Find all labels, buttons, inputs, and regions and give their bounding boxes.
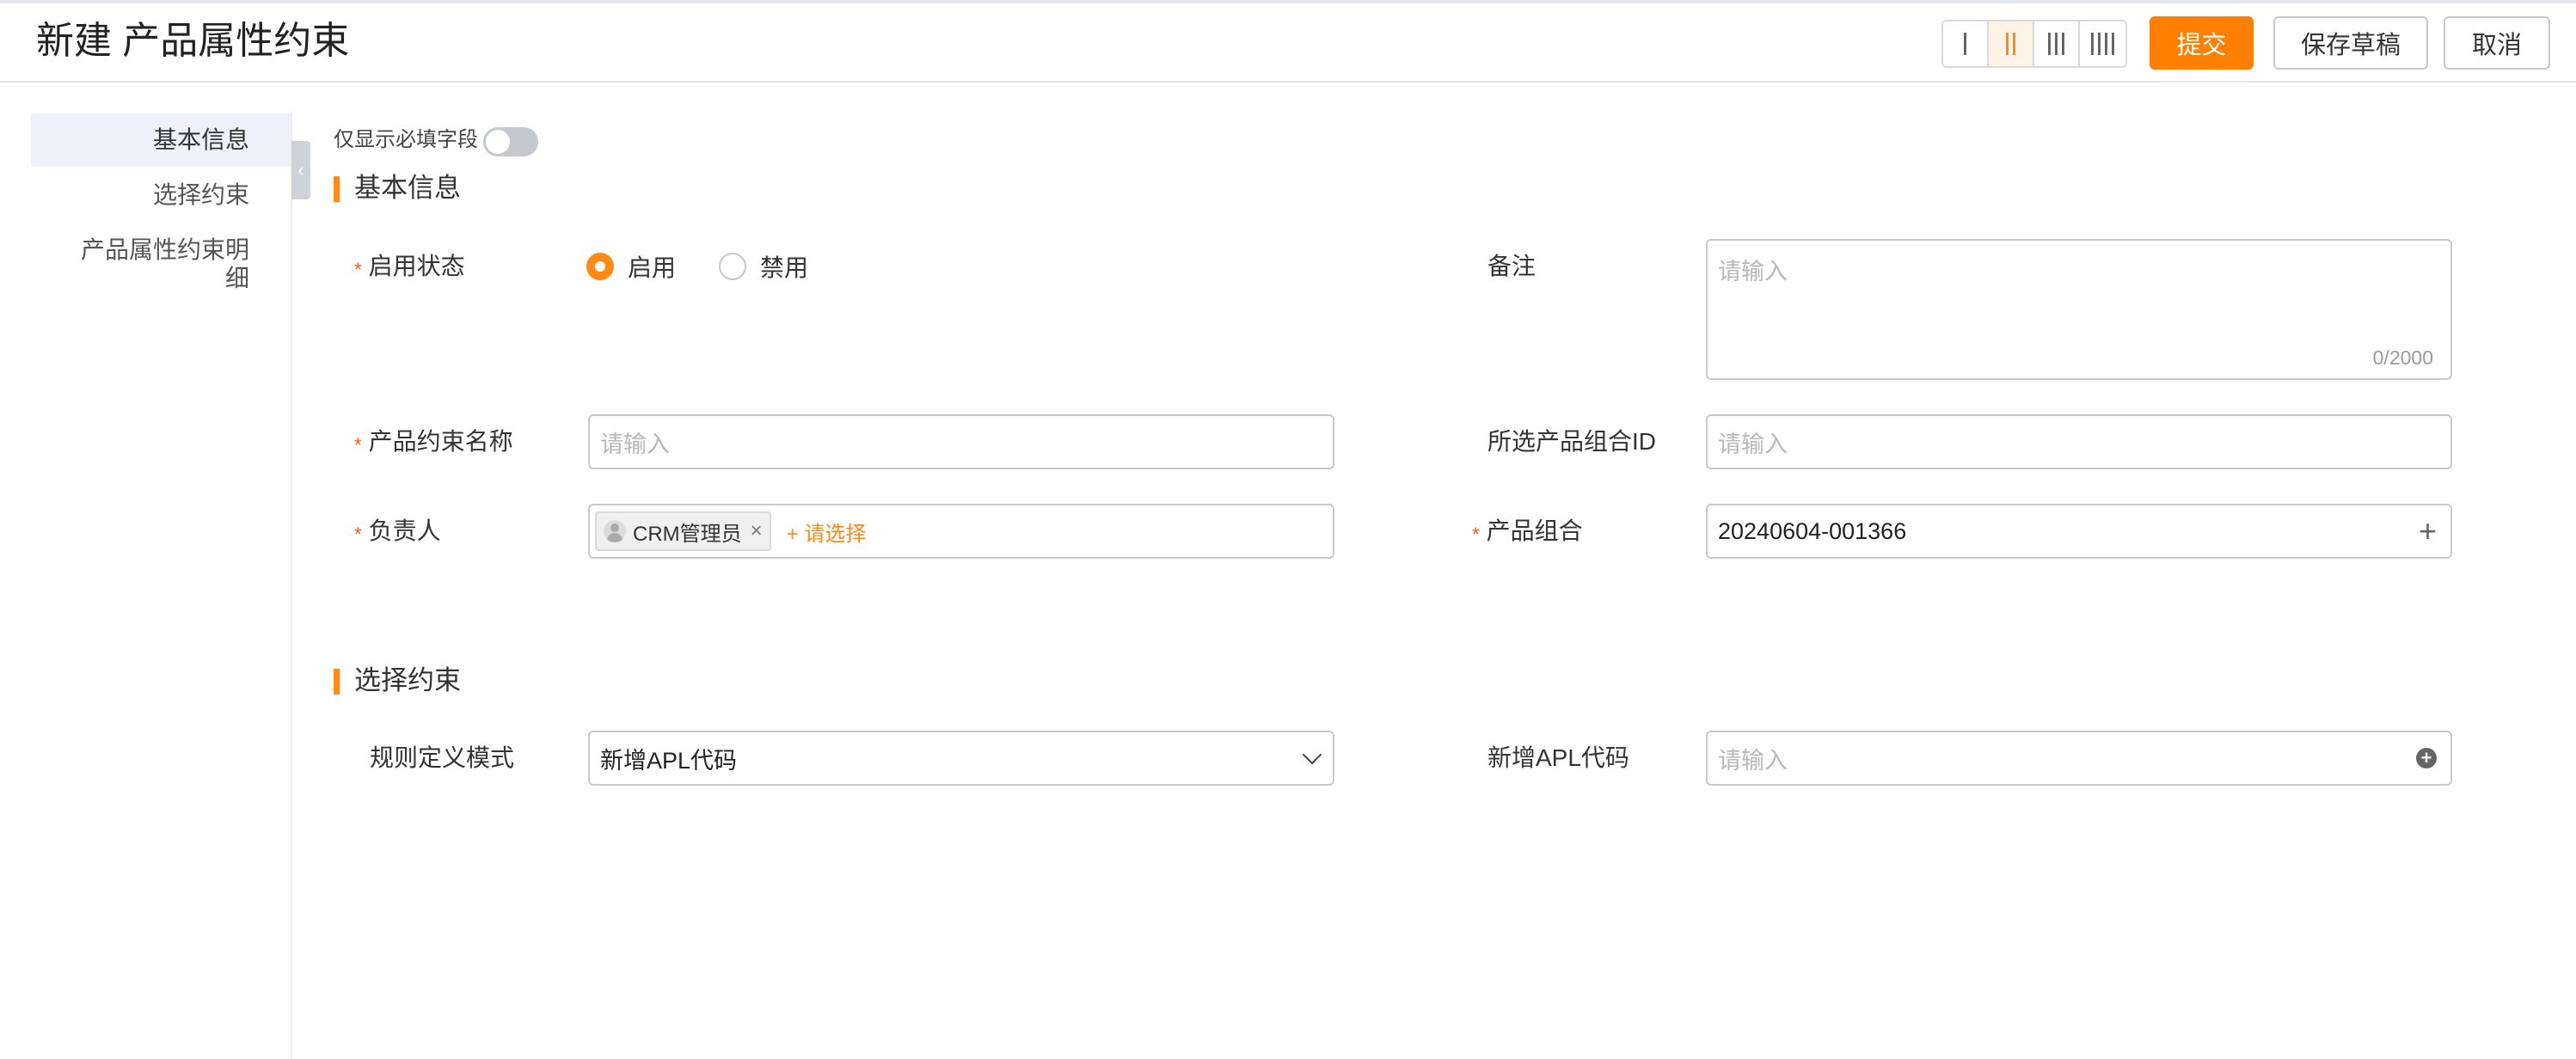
toggle-knob: [486, 130, 510, 154]
add-owner-link[interactable]: + 请选择: [787, 517, 867, 547]
nav-item-constraint-detail[interactable]: 产品属性约束明细: [60, 236, 249, 292]
required-asterisk: *: [354, 523, 362, 545]
column-bar-icon: [2112, 33, 2114, 55]
column-bar-icon: [1964, 33, 1966, 55]
header: 新建 产品属性约束 提交 保存草稿 取消: [0, 3, 2576, 83]
column-bar-icon: [2091, 33, 2094, 55]
nav-item-select-constraint[interactable]: 选择约束: [153, 178, 249, 212]
remark-char-counter: 0/2000: [2372, 346, 2433, 369]
apl-code-input[interactable]: 请输入 +: [1706, 731, 2452, 786]
page-title: 新建 产品属性约束: [36, 20, 350, 62]
column-bar-icon: [2105, 33, 2107, 55]
section-accent-bar: [334, 176, 340, 202]
dropdown-toggle[interactable]: [1302, 744, 1322, 765]
status-field-label: * 启用状态: [354, 249, 465, 285]
add-apl-code-button[interactable]: +: [2416, 748, 2437, 768]
rule-mode-field-label: 规则定义模式: [370, 744, 515, 771]
section-title-select-constraint: 选择约束: [334, 664, 461, 698]
apl-code-placeholder: 请输入: [1718, 747, 1788, 774]
user-avatar-icon: [604, 520, 626, 542]
section-title-text: 基本信息: [354, 173, 461, 203]
name-placeholder: 请输入: [600, 431, 670, 457]
combo-id-input[interactable]: 请输入: [1706, 414, 2452, 469]
column-bar-icon: [2055, 33, 2058, 55]
required-asterisk: *: [354, 434, 362, 456]
submit-button[interactable]: 提交: [2150, 16, 2254, 70]
combo-label-text: 产品组合: [1486, 517, 1583, 544]
radio-enabled[interactable]: [586, 253, 614, 280]
save-draft-button[interactable]: 保存草稿: [2273, 16, 2428, 70]
add-combo-button[interactable]: +: [2419, 516, 2437, 547]
section-accent-bar: [334, 669, 340, 695]
column-bar-icon: [2006, 33, 2009, 55]
owner-tag: CRM管理员 ×: [595, 511, 771, 551]
column-bar-icon: [2013, 33, 2015, 55]
name-input[interactable]: 请输入: [588, 414, 1334, 469]
combo-value: 20240604-001366: [1718, 517, 1907, 544]
owner-label-text: 负责人: [368, 517, 441, 544]
column-bar-icon: [2048, 33, 2051, 55]
required-asterisk: *: [1472, 523, 1480, 545]
name-field-label: * 产品约束名称: [354, 425, 513, 461]
required-only-label: 仅显示必填字段: [334, 128, 478, 151]
chevron-left-icon: ‹: [297, 159, 304, 181]
remove-tag-icon[interactable]: ×: [751, 519, 763, 543]
radio-disabled[interactable]: [719, 253, 747, 280]
plus-icon: +: [2418, 513, 2437, 548]
nav-item-basic-info[interactable]: 基本信息: [153, 123, 249, 157]
combo-field-label: * 产品组合: [1472, 514, 1583, 550]
apl-code-field-label: 新增APL代码: [1487, 744, 1629, 771]
cancel-button[interactable]: 取消: [2444, 16, 2550, 70]
rule-mode-select[interactable]: 新增APL代码: [588, 731, 1334, 786]
section-title-basic-info: 基本信息: [334, 171, 461, 205]
layout-3-column-button[interactable]: [2034, 21, 2080, 66]
layout-4-column-button[interactable]: [2080, 21, 2125, 66]
required-only-toggle[interactable]: [483, 127, 538, 156]
section-title-text: 选择约束: [354, 665, 461, 695]
remark-placeholder: 请输入: [1718, 259, 1788, 285]
circle-plus-icon: +: [2416, 748, 2437, 768]
combo-input[interactable]: 20240604-001366 +: [1706, 504, 2452, 559]
status-label-text: 启用状态: [368, 253, 465, 279]
combo-id-field-label: 所选产品组合ID: [1487, 428, 1657, 455]
owner-selector[interactable]: CRM管理员 × + 请选择: [588, 504, 1334, 559]
combo-id-placeholder: 请输入: [1718, 431, 1788, 457]
radio-enabled-label[interactable]: 启用: [628, 249, 676, 284]
rule-mode-value: 新增APL代码: [600, 747, 738, 774]
radio-disabled-label[interactable]: 禁用: [760, 249, 808, 284]
layout-1-column-button[interactable]: [1943, 21, 1989, 66]
owner-tag-label: CRM管理员: [633, 522, 742, 546]
status-radio-group: 启用 禁用: [586, 249, 808, 284]
column-bar-icon: [2098, 33, 2101, 55]
layout-2-column-button[interactable]: [1989, 21, 2034, 66]
collapse-nav-button[interactable]: ‹: [291, 141, 310, 199]
nav-divider: [291, 112, 292, 1059]
column-bar-icon: [2062, 33, 2064, 55]
remark-field-label: 备注: [1487, 253, 1536, 279]
required-asterisk: *: [354, 259, 362, 280]
owner-field-label: * 负责人: [354, 514, 441, 550]
remark-textarea[interactable]: 请输入 0/2000: [1706, 239, 2452, 380]
chevron-down-icon: [1302, 744, 1322, 765]
name-label-text: 产品约束名称: [368, 428, 513, 455]
layout-switcher: [1941, 20, 2127, 68]
